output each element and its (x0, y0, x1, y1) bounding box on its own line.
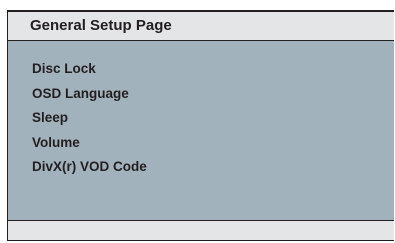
menu-item-divx-vod-code[interactable]: DivX(r) VOD Code (32, 158, 147, 183)
menu-item-osd-language[interactable]: OSD Language (32, 85, 147, 110)
menu-item-sleep[interactable]: Sleep (32, 109, 147, 134)
page-title: General Setup Page (30, 17, 172, 34)
setup-menu-panel: General Setup Page Disc Lock OSD Languag… (7, 10, 394, 241)
menu-item-volume[interactable]: Volume (32, 134, 147, 159)
setup-menu-list: Disc Lock OSD Language Sleep Volume DivX… (32, 60, 147, 183)
menu-item-disc-lock[interactable]: Disc Lock (32, 60, 147, 85)
page-header: General Setup Page (8, 10, 394, 41)
status-bar (8, 220, 394, 240)
